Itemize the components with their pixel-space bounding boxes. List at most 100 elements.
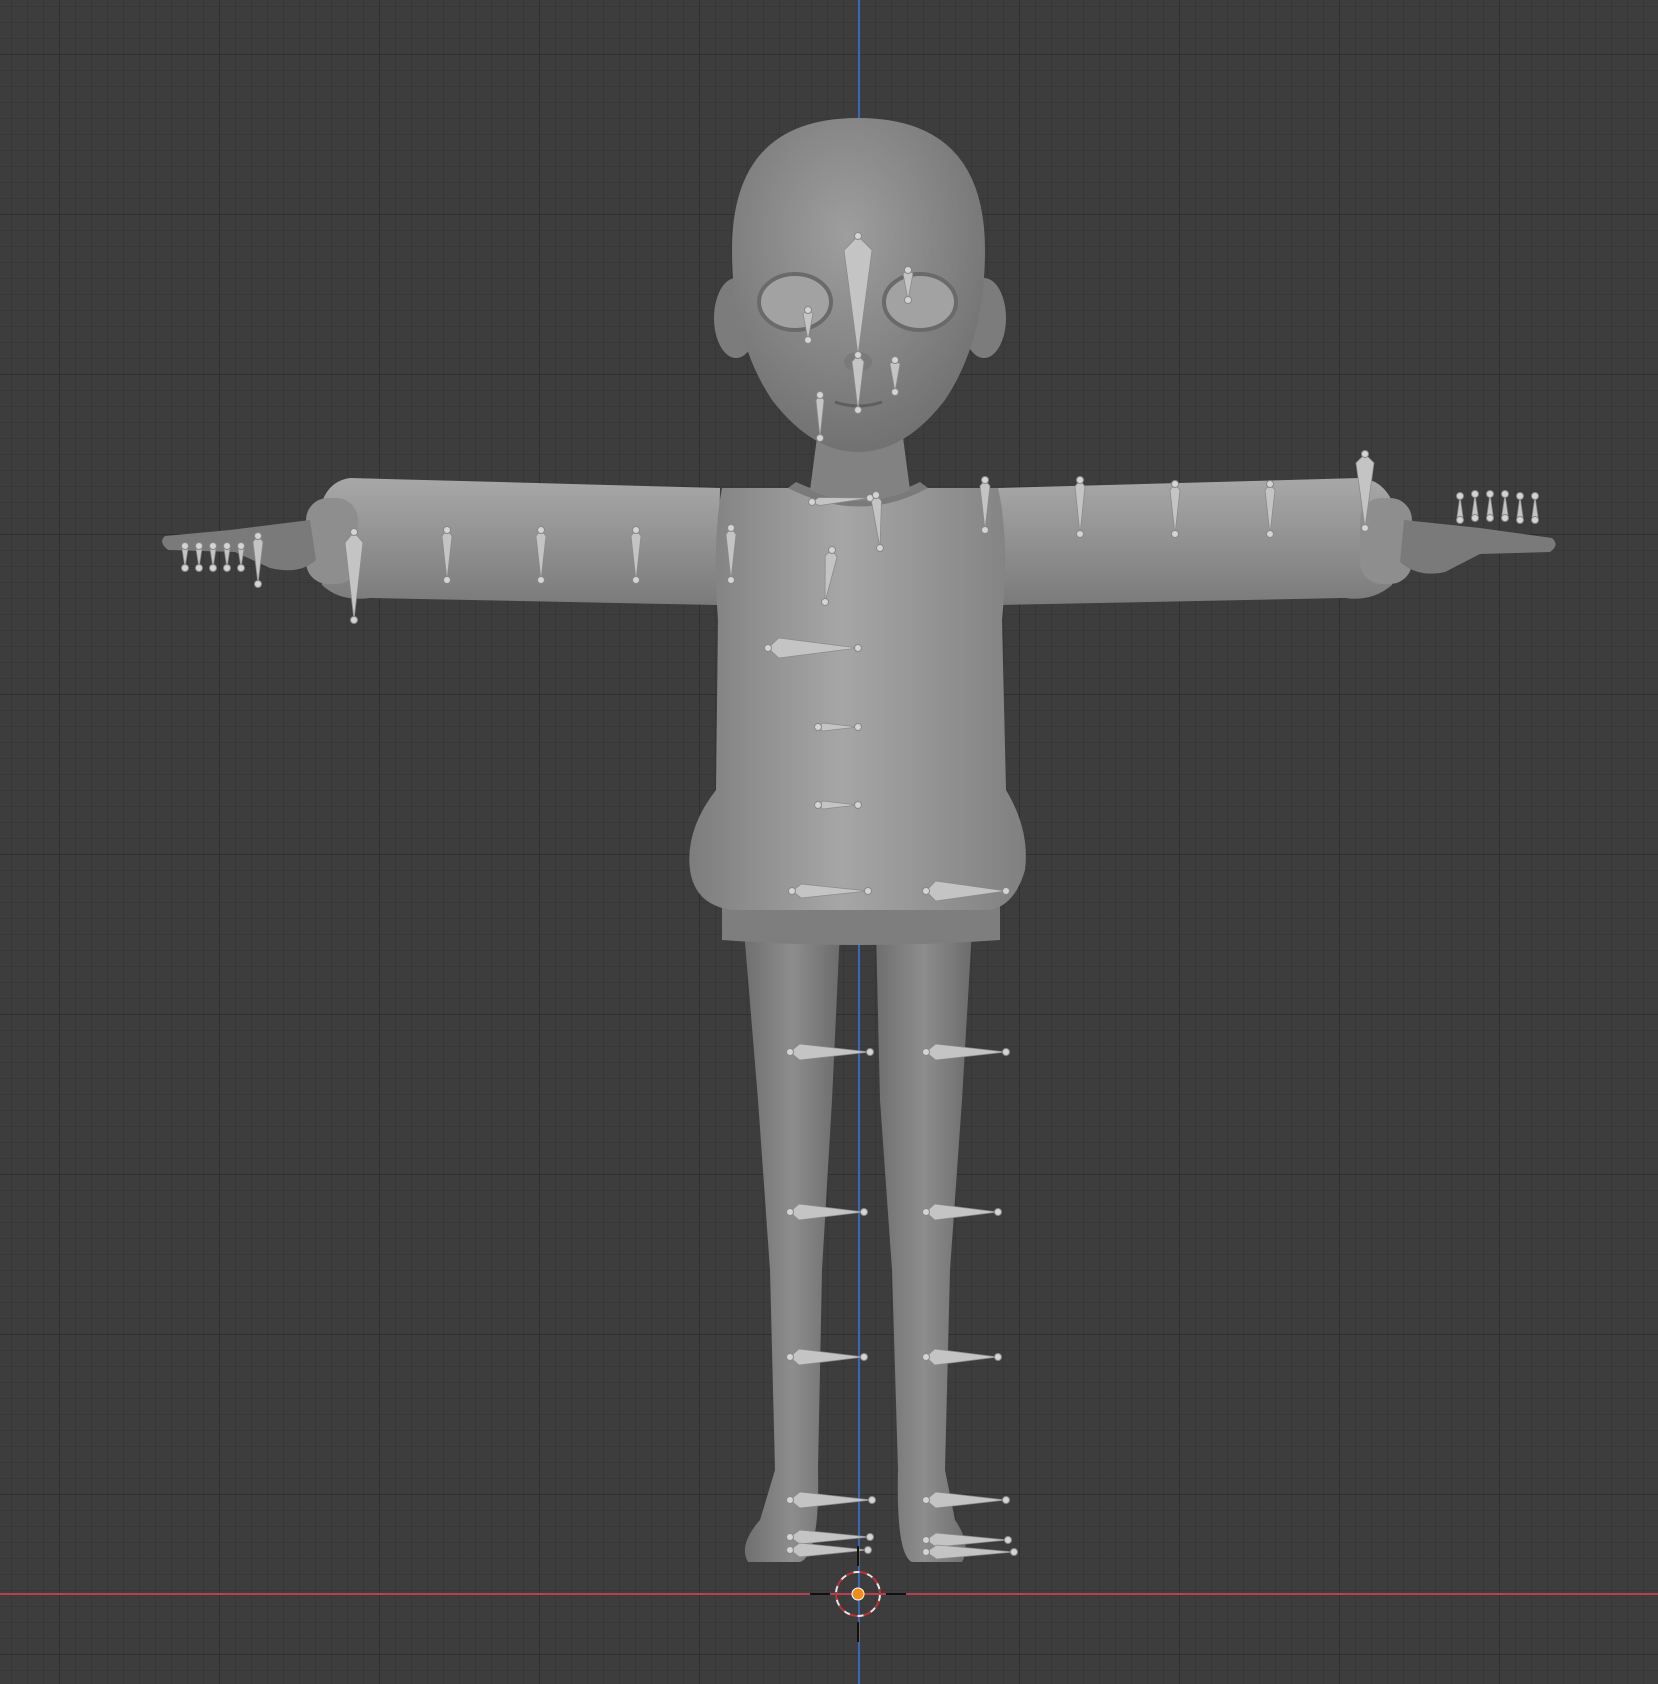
right-eye[interactable]: [882, 272, 958, 332]
scene-canvas[interactable]: [0, 0, 1658, 1684]
bone-joint[interactable]: [537, 526, 545, 534]
bone-joint[interactable]: [727, 524, 735, 532]
bone[interactable]: [789, 1203, 865, 1221]
bone-joint[interactable]: [860, 1208, 868, 1216]
bone-joint[interactable]: [922, 1548, 930, 1556]
bone-joint[interactable]: [854, 644, 862, 652]
bone-joint[interactable]: [864, 1546, 872, 1554]
bone-joint[interactable]: [237, 564, 245, 572]
bone-joint[interactable]: [854, 723, 862, 731]
bone-joint[interactable]: [786, 1048, 794, 1056]
bone-joint[interactable]: [891, 356, 899, 364]
bone-joint[interactable]: [1456, 492, 1464, 500]
bone[interactable]: [925, 1348, 999, 1366]
right-hand[interactable]: [1400, 520, 1556, 574]
bone-joint[interactable]: [1171, 480, 1179, 488]
bone[interactable]: [925, 1203, 999, 1221]
bone-joint[interactable]: [1516, 516, 1524, 524]
bone-joint[interactable]: [828, 546, 836, 554]
bone-joint[interactable]: [1361, 450, 1369, 458]
bone-joint[interactable]: [1266, 530, 1274, 538]
bone-joint[interactable]: [209, 542, 217, 550]
bone-joint[interactable]: [786, 1496, 794, 1504]
bone[interactable]: [925, 1043, 1007, 1061]
bone-joint[interactable]: [254, 532, 262, 540]
bone-joint[interactable]: [1004, 1536, 1012, 1544]
bone-joint[interactable]: [788, 887, 796, 895]
right-arm[interactable]: [998, 478, 1398, 605]
bone-joint[interactable]: [876, 544, 884, 552]
bone-joint[interactable]: [727, 576, 735, 584]
bone-joint[interactable]: [922, 887, 930, 895]
bone-joint[interactable]: [804, 306, 812, 314]
bone-joint[interactable]: [922, 1536, 930, 1544]
bone-joint[interactable]: [866, 1048, 874, 1056]
bone-joint[interactable]: [1266, 480, 1274, 488]
bone-joint[interactable]: [868, 1496, 876, 1504]
bone-joint[interactable]: [1486, 514, 1494, 522]
bone-joint[interactable]: [1076, 476, 1084, 484]
bone-joint[interactable]: [854, 801, 862, 809]
bone-joint[interactable]: [821, 598, 829, 606]
bone-joint[interactable]: [195, 542, 203, 550]
bone-joint[interactable]: [1531, 492, 1539, 500]
bone-joint[interactable]: [1002, 1048, 1010, 1056]
bone-joint[interactable]: [872, 491, 880, 499]
bone-joint[interactable]: [254, 580, 262, 588]
bone-joint[interactable]: [237, 542, 245, 550]
bone-joint[interactable]: [866, 1533, 874, 1541]
sweater-torso[interactable]: [689, 488, 1026, 910]
left-leg[interactable]: [744, 930, 840, 1562]
bone-joint[interactable]: [922, 1353, 930, 1361]
bone-joint[interactable]: [786, 1533, 794, 1541]
bone-joint[interactable]: [1501, 514, 1509, 522]
bone-joint[interactable]: [1076, 530, 1084, 538]
left-arm[interactable]: [318, 478, 720, 605]
bone-joint[interactable]: [981, 476, 989, 484]
bone-joint[interactable]: [1002, 887, 1010, 895]
bone-joint[interactable]: [350, 616, 358, 624]
bone-joint[interactable]: [1471, 490, 1479, 498]
left-eye[interactable]: [757, 272, 833, 332]
bone-joint[interactable]: [1002, 1496, 1010, 1504]
bone-joint[interactable]: [891, 388, 899, 396]
bone-joint[interactable]: [1456, 516, 1464, 524]
bone-joint[interactable]: [994, 1208, 1002, 1216]
bone-joint[interactable]: [860, 1353, 868, 1361]
bone-joint[interactable]: [1486, 490, 1494, 498]
bone-joint[interactable]: [223, 542, 231, 550]
bone-joint[interactable]: [632, 576, 640, 584]
bone-joint[interactable]: [537, 576, 545, 584]
3d-viewport[interactable]: [0, 0, 1658, 1684]
bone-joint[interactable]: [786, 1353, 794, 1361]
bone-joint[interactable]: [808, 498, 816, 506]
bone-joint[interactable]: [814, 723, 822, 731]
bone-joint[interactable]: [350, 528, 358, 536]
bone-joint[interactable]: [1516, 492, 1524, 500]
bone[interactable]: [789, 1348, 865, 1366]
bone-joint[interactable]: [864, 887, 872, 895]
bone-joint[interactable]: [804, 336, 812, 344]
right-leg[interactable]: [876, 930, 972, 1562]
bone-joint[interactable]: [786, 1208, 794, 1216]
bone-joint[interactable]: [209, 564, 217, 572]
bone-joint[interactable]: [181, 564, 189, 572]
bone-joint[interactable]: [443, 526, 451, 534]
bone-joint[interactable]: [1171, 530, 1179, 538]
bone[interactable]: [789, 1529, 871, 1545]
bone-joint[interactable]: [195, 564, 203, 572]
bone-joint[interactable]: [1471, 514, 1479, 522]
bone-joint[interactable]: [764, 644, 772, 652]
bone[interactable]: [789, 1542, 869, 1558]
bone-joint[interactable]: [922, 1496, 930, 1504]
bone-joint[interactable]: [854, 232, 862, 240]
bone-joint[interactable]: [994, 1353, 1002, 1361]
bone-joint[interactable]: [786, 1546, 794, 1554]
bone-joint[interactable]: [1501, 490, 1509, 498]
bone-joint[interactable]: [981, 526, 989, 534]
bone-joint[interactable]: [223, 564, 231, 572]
bone-joint[interactable]: [922, 1048, 930, 1056]
bone[interactable]: [925, 1544, 1015, 1560]
bone-joint[interactable]: [1531, 516, 1539, 524]
bone-joint[interactable]: [922, 1208, 930, 1216]
